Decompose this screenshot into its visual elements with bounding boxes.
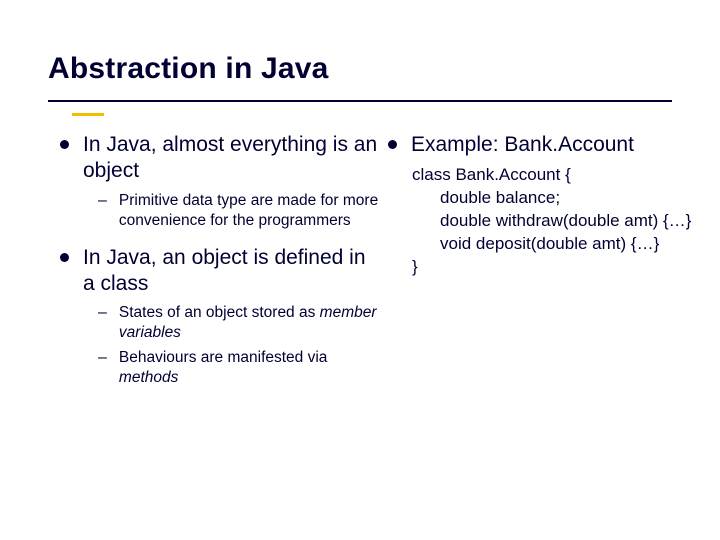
bullet-item: In Java, an object is defined in a class (60, 245, 380, 298)
code-line: } (412, 256, 691, 279)
right-column: Example: Bank.Account class Bank.Account… (388, 132, 691, 392)
bullet-dot-icon (388, 140, 397, 149)
code-line: class Bank.Account { (412, 164, 691, 187)
slide-title: Abstraction in Java (48, 52, 672, 86)
sub-bullet-text: Primitive data type are made for more co… (119, 191, 380, 231)
code-example: class Bank.Account { double balance; dou… (412, 164, 691, 279)
dash-icon: – (98, 303, 107, 324)
sub-bullet-item: – Primitive data type are made for more … (98, 191, 380, 231)
code-line: double balance; (440, 187, 691, 210)
bullet-item: In Java, almost everything is an object (60, 132, 380, 185)
bullet-text: In Java, an object is defined in a class (83, 245, 380, 298)
dash-icon: – (98, 191, 107, 212)
sub-bullet-item: – States of an object stored as member v… (98, 303, 380, 343)
sub-bullet-text-part: Behaviours are manifested via (119, 349, 328, 366)
sub-bullet-text-part: States of an object stored as (119, 304, 320, 321)
bullet-dot-icon (60, 253, 69, 262)
sub-bullet-item: – Behaviours are manifested via methods (98, 348, 380, 388)
content-area: In Java, almost everything is an object … (0, 102, 720, 392)
bullet-text: Example: Bank.Account (411, 132, 634, 158)
code-line: double withdraw(double amt) {…} (440, 210, 691, 233)
title-region: Abstraction in Java (0, 0, 720, 102)
code-line: void deposit(double amt) {…} (440, 233, 691, 256)
dash-icon: – (98, 348, 107, 369)
italic-term: methods (119, 369, 178, 386)
accent-bar (72, 113, 104, 116)
bullet-text: In Java, almost everything is an object (83, 132, 380, 185)
bullet-item: Example: Bank.Account (388, 132, 691, 158)
bullet-dot-icon (60, 140, 69, 149)
sub-bullet-text: Behaviours are manifested via methods (119, 348, 380, 388)
sub-bullet-text: States of an object stored as member var… (119, 303, 380, 343)
left-column: In Java, almost everything is an object … (60, 132, 380, 392)
